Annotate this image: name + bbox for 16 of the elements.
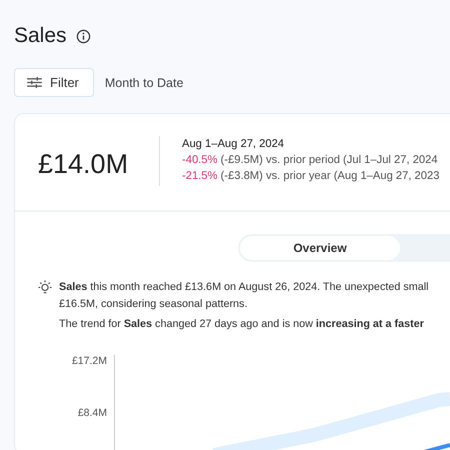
total-value: £14.0M (38, 149, 130, 180)
lightbulb-icon (38, 280, 52, 294)
trend-text: The trend for Sales changed 27 days ago and is now increasing at a faster (59, 317, 425, 332)
page-title: Sales (14, 24, 67, 48)
sliders-icon (27, 77, 42, 88)
comparison-text: -21.5% (-£3.8M) vs. prior year (Aug 1–Aug 27, 2023 (182, 169, 440, 184)
filter-button[interactable]: Filter (14, 68, 94, 97)
insight-text: £16.5M, considering seasonal patterns. (59, 297, 248, 312)
axis-label: £17.2M (72, 355, 107, 367)
comparison-text: -40.5% (-£9.5M) vs. prior period (Jul 1–Jul 27, 2024 (182, 153, 439, 168)
period-label: Month to Date (104, 76, 184, 90)
tab[interactable]: Overview (240, 236, 400, 260)
date-range: Aug 1–Aug 27, 2024 (182, 137, 286, 152)
insight-text: Sales this month reached £13.6M on August 26, 2024. The unexpected small (59, 280, 429, 295)
info-icon[interactable] (76, 28, 91, 44)
axis-label: £8.4M (78, 407, 107, 419)
